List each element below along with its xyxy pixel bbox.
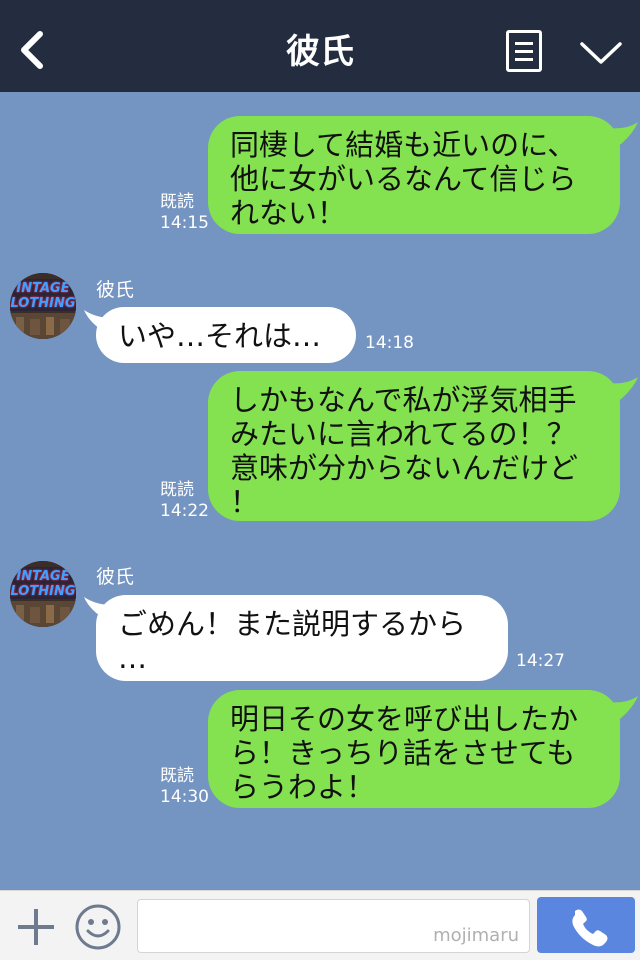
read-receipt: 既読 [160, 192, 194, 212]
chat-header: 彼氏 [0, 0, 640, 92]
note-icon [515, 42, 533, 45]
note-button[interactable] [506, 30, 542, 72]
message-time: 14:22 [160, 501, 209, 521]
plus-icon [18, 909, 54, 945]
message-bubble[interactable]: ごめん！また説明するから … [96, 595, 508, 681]
avatar[interactable]: INTAGE LOTHING [10, 273, 76, 339]
call-button[interactable] [537, 897, 635, 953]
message-bubble[interactable]: 明日その女を呼び出したか ら！きっちり話をさせても らうわよ！ [208, 690, 620, 808]
message-time: 14:27 [516, 651, 565, 671]
chat-area[interactable]: 既読 14:15 同棲して結婚も近いのに、 他に女がいるなんて信じら れない！ … [0, 92, 640, 890]
message-meta: 既読 14:22 [160, 480, 209, 522]
avatar-sign-text: INTAGE LOTHING [10, 281, 76, 311]
smiley-icon [75, 904, 121, 950]
message-time: 14:30 [160, 787, 209, 807]
message-bubble[interactable]: 同棲して結婚も近いのに、 他に女がいるなんて信じら れない！ [208, 116, 620, 234]
message-input-bar: mojimaru [0, 890, 640, 960]
avatar[interactable]: INTAGE LOTHING [10, 561, 76, 627]
add-attachment-button[interactable] [14, 905, 58, 949]
message-bubble[interactable]: しかもなんで私が浮気相手 みたいに言われてるの！？ 意味が分からないんだけど ！ [208, 371, 620, 521]
message-time: 14:15 [160, 213, 209, 233]
menu-toggle-button[interactable] [578, 36, 624, 68]
sender-name: 彼氏 [96, 279, 135, 301]
read-receipt: 既読 [160, 480, 194, 500]
sender-name: 彼氏 [96, 566, 135, 588]
chat-title: 彼氏 [286, 32, 354, 72]
message-bubble[interactable]: いや…それは… [96, 307, 356, 363]
read-receipt: 既読 [160, 766, 194, 786]
message-input[interactable]: mojimaru [137, 899, 530, 953]
watermark-text: mojimaru [433, 925, 519, 946]
message-meta: 既読 14:15 [160, 192, 209, 234]
chevron-down-icon [580, 42, 622, 64]
message-meta: 既読 14:30 [160, 766, 209, 808]
message-time: 14:18 [365, 333, 414, 353]
phone-icon [572, 909, 608, 947]
avatar-sign-text: INTAGE LOTHING [10, 569, 76, 599]
emoji-button[interactable] [74, 903, 122, 951]
